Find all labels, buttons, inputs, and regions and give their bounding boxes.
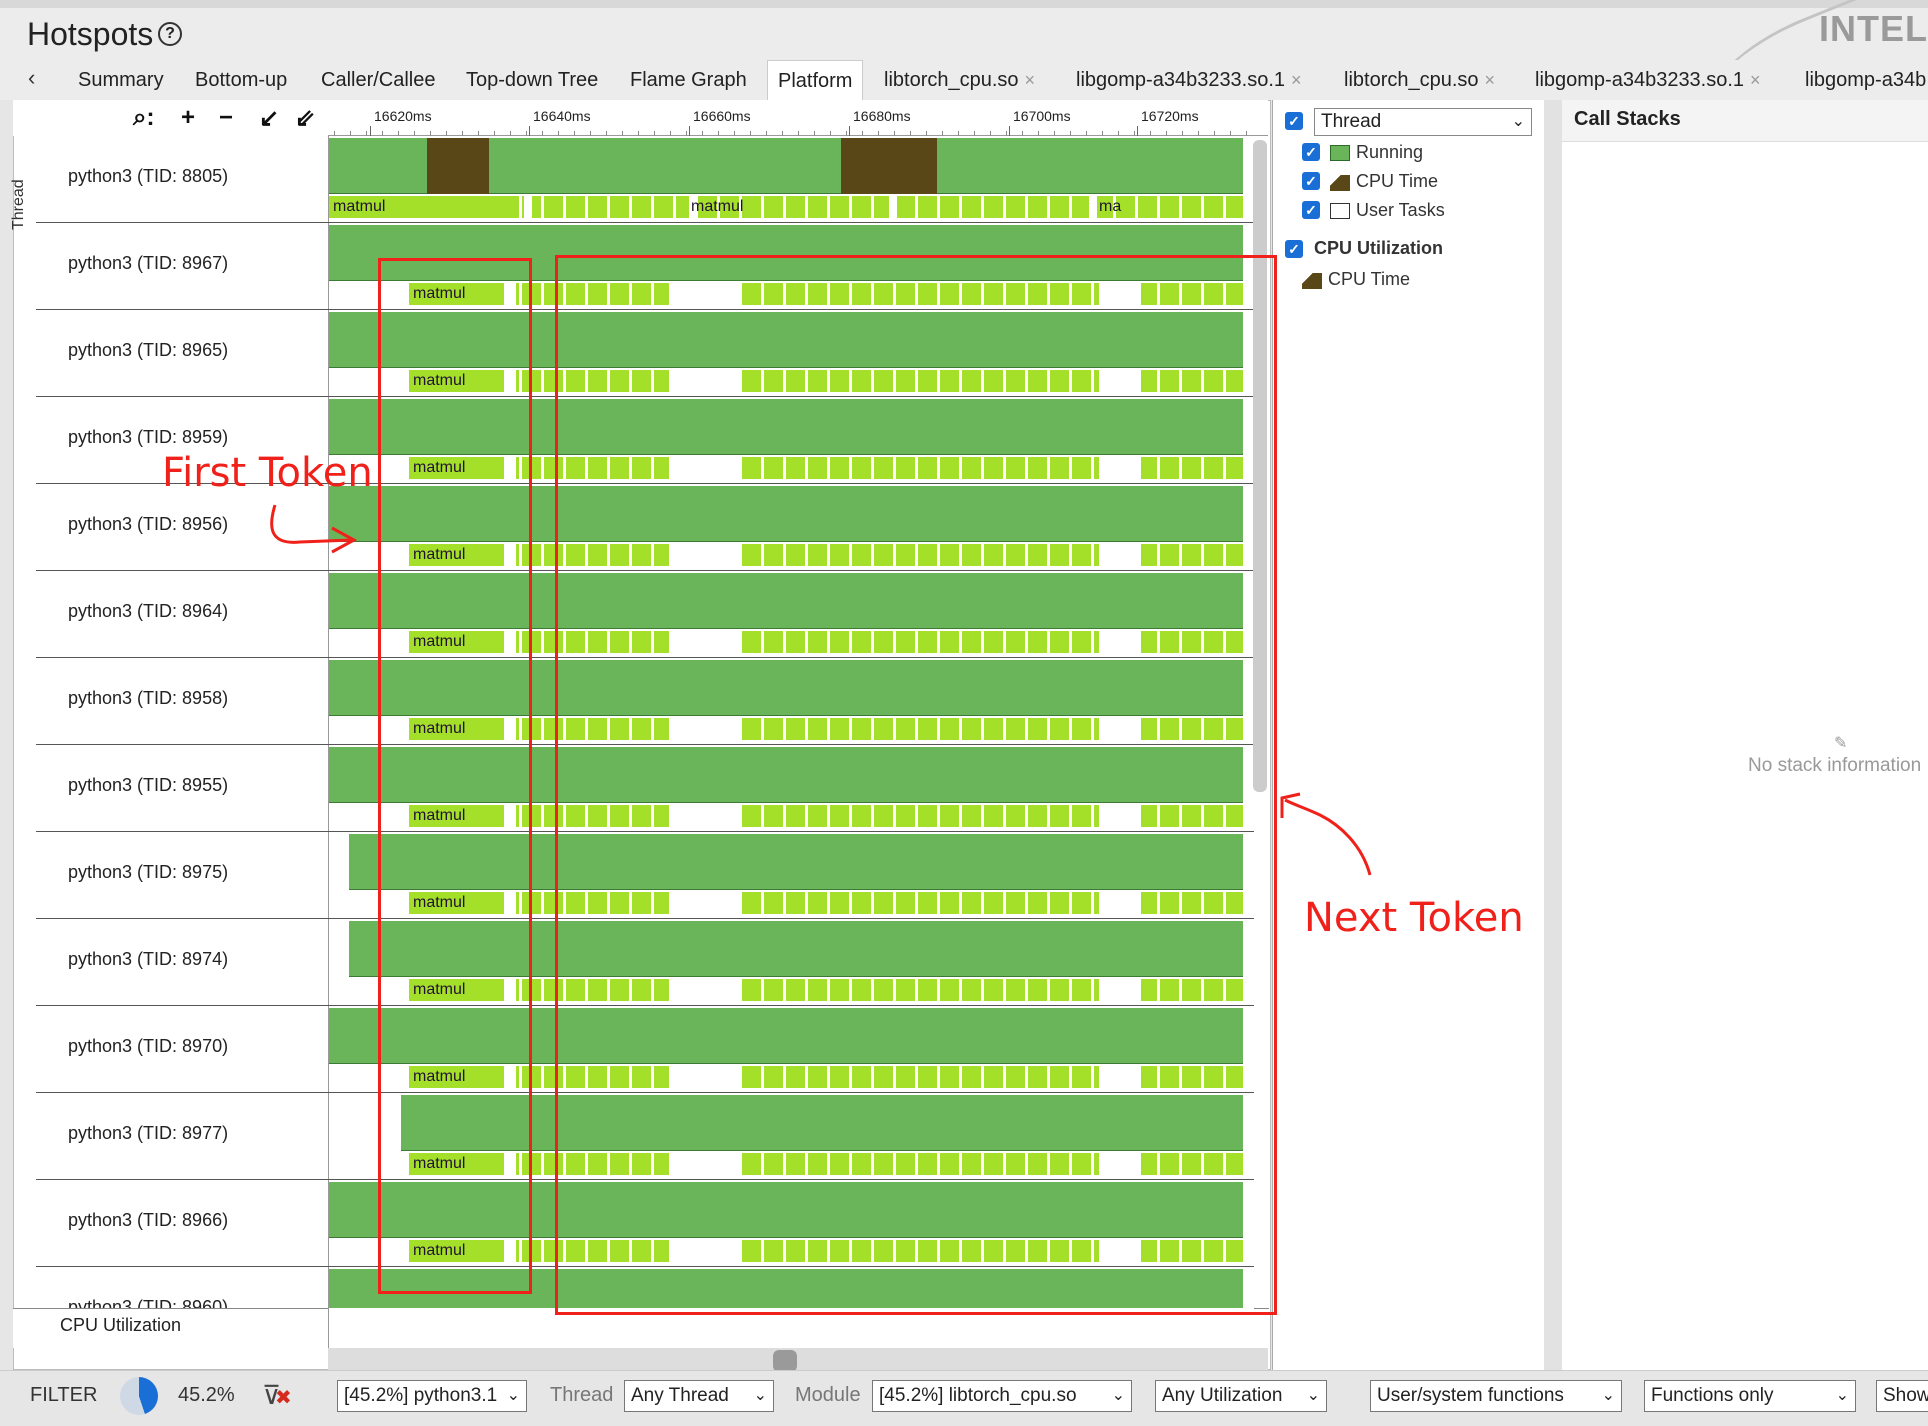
annotation-arrows <box>270 504 1372 876</box>
next-token-arrow <box>1284 798 1372 876</box>
first-token-arrow <box>270 504 353 544</box>
